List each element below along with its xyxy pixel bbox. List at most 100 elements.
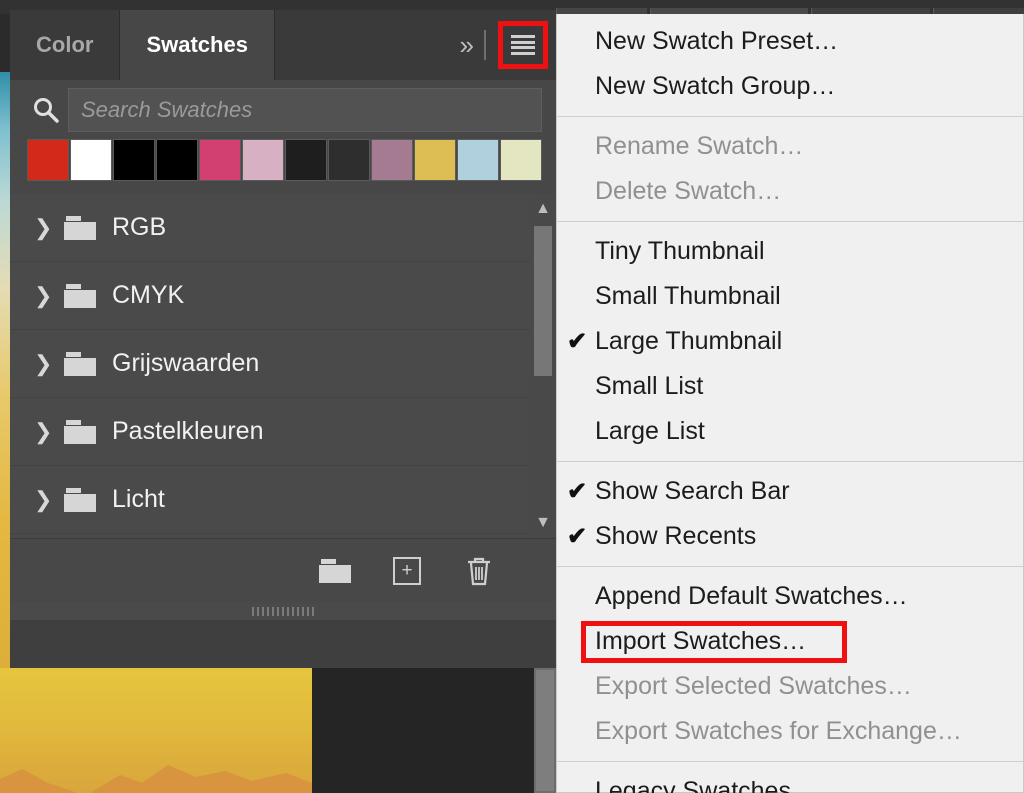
swatch-list-scrollbar[interactable]: ▲ ▼ [530, 194, 556, 538]
recent-swatch[interactable] [27, 139, 69, 181]
screen: Color Swatches » Search Swatches ❯ RGB ❯… [0, 0, 1024, 793]
menu-item-small-thumbnail[interactable]: Small Thumbnail [557, 274, 1023, 319]
new-swatch-group-button[interactable] [318, 556, 352, 586]
swatch-group-label: RGB [112, 213, 167, 241]
menu-item-legacy-swatches[interactable]: Legacy Swatches [557, 769, 1023, 793]
menu-item-append-default-swatches[interactable]: Append Default Swatches… [557, 574, 1023, 619]
menu-item-large-thumbnail[interactable]: ✔ Large Thumbnail [557, 319, 1023, 364]
menu-item-label: Delete Swatch… [595, 177, 782, 205]
toolbar-divider [484, 30, 486, 60]
chevron-right-icon[interactable]: ❯ [34, 215, 64, 241]
scrollbar-thumb[interactable] [534, 226, 552, 376]
document-vertical-scrollbar[interactable] [534, 668, 556, 793]
hamburger-highlight-box [498, 21, 548, 69]
menu-item-label: Show Recents [595, 522, 757, 550]
chevron-double-right-icon[interactable]: » [460, 30, 475, 61]
mountain-silhouette-icon [0, 765, 312, 793]
menu-item-large-list[interactable]: Large List [557, 409, 1023, 454]
menu-item-import-swatches[interactable]: Import Swatches… [557, 619, 1023, 664]
recent-swatch[interactable] [199, 139, 241, 181]
menu-item-label: Export Swatches for Exchange… [595, 717, 962, 745]
menu-item-label: Append Default Swatches… [595, 582, 908, 610]
recent-swatch[interactable] [113, 139, 155, 181]
recent-swatch[interactable] [156, 139, 198, 181]
search-row: Search Swatches [10, 80, 556, 140]
menu-item-export-selected-swatches: Export Selected Swatches… [557, 664, 1023, 709]
search-input[interactable]: Search Swatches [68, 88, 542, 132]
swatch-group-row[interactable]: ❯ Licht [10, 466, 556, 534]
folder-icon [64, 351, 96, 376]
recent-swatch[interactable] [414, 139, 456, 181]
tab-color[interactable]: Color [10, 10, 121, 80]
swatches-panel: Color Swatches » Search Swatches ❯ RGB ❯… [10, 10, 556, 668]
menu-separator [557, 566, 1023, 567]
menu-item-label: Small Thumbnail [595, 282, 781, 310]
swatch-group-row[interactable]: ❯ CMYK [10, 262, 556, 330]
folder-icon [64, 487, 96, 512]
new-swatch-button[interactable]: + [390, 556, 424, 586]
menu-separator [557, 461, 1023, 462]
menu-item-label: Rename Swatch… [595, 132, 804, 160]
menu-separator [557, 116, 1023, 117]
menu-item-label: Small List [595, 372, 704, 400]
document-scrollbar-thumb[interactable] [536, 670, 554, 791]
folder-icon [319, 558, 351, 583]
chevron-right-icon[interactable]: ❯ [34, 487, 64, 513]
menu-item-label: Export Selected Swatches… [595, 672, 912, 700]
tab-swatches[interactable]: Swatches [120, 10, 275, 80]
panel-resize-grip[interactable] [10, 602, 556, 620]
menu-item-label: New Swatch Group… [595, 72, 836, 100]
recent-swatch[interactable] [285, 139, 327, 181]
swatch-group-label: Grijswaarden [112, 349, 260, 377]
recent-swatch[interactable] [242, 139, 284, 181]
menu-item-rename-swatch: Rename Swatch… [557, 124, 1023, 169]
checkmark-icon: ✔ [567, 478, 588, 505]
search-placeholder: Search Swatches [81, 97, 253, 122]
menu-item-tiny-thumbnail[interactable]: Tiny Thumbnail [557, 229, 1023, 274]
recent-swatch[interactable] [500, 139, 542, 181]
plus-square-icon: + [393, 556, 421, 585]
search-icon [24, 95, 68, 125]
recent-swatch[interactable] [70, 139, 112, 181]
menu-item-label: Import Swatches… [595, 627, 807, 655]
folder-icon [64, 283, 96, 308]
menu-item-new-swatch-group[interactable]: New Swatch Group… [557, 64, 1023, 109]
swatch-group-label: CMYK [112, 281, 185, 309]
menu-item-small-list[interactable]: Small List [557, 364, 1023, 409]
chevron-right-icon[interactable]: ❯ [34, 351, 64, 377]
panel-tab-bar: Color Swatches » [10, 10, 556, 80]
swatch-group-row[interactable]: ❯ Grijswaarden [10, 330, 556, 398]
swatch-group-row[interactable]: ❯ RGB [10, 194, 556, 262]
grip-dots-icon [252, 606, 314, 616]
menu-separator [557, 221, 1023, 222]
swatch-group-label: Licht [112, 485, 165, 513]
panel-footer-toolbar: + [10, 538, 556, 602]
menu-item-show-search-bar[interactable]: ✔ Show Search Bar [557, 469, 1023, 514]
panel-tab-bar-controls: » [426, 10, 556, 80]
scroll-down-icon[interactable]: ▼ [530, 510, 556, 536]
checkmark-icon: ✔ [567, 523, 588, 550]
recent-swatch[interactable] [328, 139, 370, 181]
menu-item-label: Large List [595, 417, 705, 445]
recent-swatch[interactable] [371, 139, 413, 181]
menu-item-new-swatch-preset[interactable]: New Swatch Preset… [557, 19, 1023, 64]
menu-item-label: New Swatch Preset… [595, 27, 839, 55]
menu-item-show-recents[interactable]: ✔ Show Recents [557, 514, 1023, 559]
recent-swatch[interactable] [457, 139, 499, 181]
chevron-right-icon[interactable]: ❯ [34, 283, 64, 309]
chevron-right-icon[interactable]: ❯ [34, 419, 64, 445]
tab-swatches-label: Swatches [146, 32, 248, 57]
menu-item-label: Tiny Thumbnail [595, 237, 765, 265]
delete-swatch-button[interactable] [462, 556, 496, 586]
trash-icon [468, 557, 490, 585]
recent-swatches-strip [10, 139, 556, 194]
swatch-group-label: Pastelkleuren [112, 417, 264, 445]
hamburger-menu-button[interactable] [498, 21, 548, 69]
folder-icon [64, 215, 96, 240]
folder-icon [64, 419, 96, 444]
scroll-up-icon[interactable]: ▲ [530, 196, 556, 222]
document-image-thumbnail [0, 668, 312, 793]
menu-item-label: Large Thumbnail [595, 327, 783, 355]
swatch-group-row[interactable]: ❯ Pastelkleuren [10, 398, 556, 466]
swatch-group-rows: ❯ RGB ❯ CMYK ❯ Grijswaarden ❯ Pastelkleuren ❯ Lic… [10, 194, 556, 534]
